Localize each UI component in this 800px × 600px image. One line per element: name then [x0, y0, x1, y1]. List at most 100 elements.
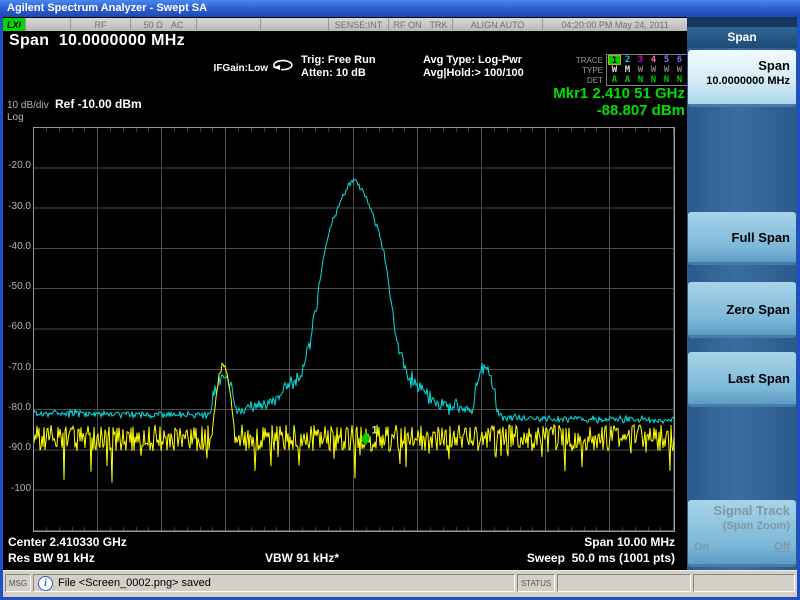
softkey-span-label: Span	[694, 58, 790, 74]
trace-1-number: 1	[608, 55, 621, 65]
marker-readout-freq: Mkr1 2.410 51 GHz	[553, 85, 685, 102]
softkey-menu: Span Span 10.0000000 MHz Full Span Zero …	[687, 17, 797, 570]
rf-on-label: RF ON	[394, 20, 422, 30]
info-icon: i	[38, 576, 53, 591]
softkey-full-span[interactable]: Full Span	[688, 212, 796, 265]
sense-label: SENSE:INT	[335, 20, 383, 30]
y-axis-label: -50.0	[5, 281, 31, 292]
status-segment-input: 50 Ω AC	[131, 18, 197, 31]
atten-label: Atten: 10 dB	[301, 67, 376, 80]
trace-2-det: A	[621, 75, 634, 85]
y-axis-label: -60.0	[5, 321, 31, 332]
align-label: ALIGN AUTO	[471, 20, 525, 30]
trace-1-type: W	[608, 65, 621, 75]
trace-1-det: A	[608, 75, 621, 85]
trace-4-type: W	[647, 65, 660, 75]
trig-label: Trig: Free Run	[301, 54, 376, 67]
trace-label: TRACE	[563, 56, 603, 66]
trace-5-det: N	[660, 75, 673, 85]
scale-label: 10 dB/div	[7, 100, 49, 111]
footer-rbw: Res BW 91 kHz	[8, 551, 95, 565]
impedance-label: 50 Ω	[144, 20, 163, 30]
trace-2-number: 2	[621, 55, 634, 65]
type-label: TYPE	[563, 66, 603, 76]
title-bar: Agilent Spectrum Analyzer - Swept SA	[0, 0, 800, 17]
trace-3-number: 3	[634, 55, 647, 65]
sidebar-top-strip	[687, 17, 797, 27]
signal-track-off-option: Off	[774, 541, 790, 553]
lxi-badge: LXI	[3, 18, 26, 31]
status-strip: LXI RF 50 Ω AC SENSE:INT RF ON TRK ALIGN…	[3, 18, 687, 31]
footer-span: Span 10.00 MHz	[584, 535, 675, 549]
marker-readout: Mkr1 2.410 51 GHz -88.807 dBm	[553, 85, 685, 119]
spectrum-analyzer-app: { "title_bar": { "title": "Agilent Spect…	[0, 0, 800, 600]
status-segment-sense: SENSE:INT	[329, 18, 389, 31]
status-segment-align: ALIGN AUTO	[453, 18, 543, 31]
y-axis-label: -80.0	[5, 402, 31, 413]
softkey-last-span-label: Last Span	[694, 371, 790, 387]
trace-6-number: 6	[673, 55, 686, 65]
trace-legend: TRACE TYPE DET 1 2 3 4 5 6 W M W W W W	[563, 54, 688, 86]
sidebar-menu-title: Span	[687, 27, 797, 48]
softkey-span-value: 10.0000000 MHz	[694, 74, 790, 88]
footer-vbw: VBW 91 kHz*	[265, 551, 339, 565]
marker-readout-level: -88.807 dBm	[553, 102, 685, 119]
status-segment-empty	[197, 18, 261, 31]
trk-label: TRK	[430, 20, 448, 30]
trace-2-line	[34, 363, 674, 482]
screen: LXI RF 50 Ω AC SENSE:INT RF ON TRK ALIGN…	[3, 17, 687, 570]
trace-det-row: A A N N N N	[608, 75, 686, 85]
y-axis-label: -40.0	[5, 241, 31, 252]
log-label: Log	[7, 112, 24, 123]
softkey-signal-track[interactable]: Signal Track (Span Zoom) On Off	[688, 500, 796, 567]
trace-3-type: W	[634, 65, 647, 75]
status-segment-empty	[26, 18, 71, 31]
trace-plot: 1	[34, 128, 674, 531]
coupling-label: AC	[171, 20, 184, 30]
trace-1-line	[34, 179, 674, 423]
trigger-info: Trig: Free Run Atten: 10 dB	[301, 54, 376, 80]
y-axis-label: -90.0	[5, 442, 31, 453]
trace-4-number: 4	[647, 55, 660, 65]
y-axis-label: -70.0	[5, 362, 31, 373]
trace-6-type: W	[673, 65, 686, 75]
message-text: File <Screen_0002.png> saved	[58, 577, 211, 589]
y-axis-label: -20.0	[5, 160, 31, 171]
status-bar: MSG i File <Screen_0002.png> saved STATU…	[3, 570, 797, 597]
trace-6-det: N	[673, 75, 686, 85]
window-title: Agilent Spectrum Analyzer - Swept SA	[7, 2, 207, 14]
status-label: STATUS	[517, 574, 555, 592]
softkey-span[interactable]: Span 10.0000000 MHz	[688, 50, 796, 107]
return-arrow-icon	[269, 57, 295, 71]
softkey-zero-span[interactable]: Zero Span	[688, 282, 796, 338]
softkey-signal-track-sublabel: (Span Zoom)	[694, 519, 790, 533]
trace-5-type: W	[660, 65, 673, 75]
softkey-last-span[interactable]: Last Span	[688, 352, 796, 407]
avg-hold-label: Avg|Hold:> 100/100	[423, 67, 524, 80]
rf-label: RF	[95, 20, 107, 30]
softkey-signal-track-label: Signal Track	[694, 503, 790, 519]
footer-center-freq: Center 2.410330 GHz	[8, 535, 127, 549]
marker-1-diamond	[361, 432, 370, 446]
softkey-signal-track-onoff: On Off	[694, 541, 790, 553]
msg-label: MSG	[5, 574, 31, 592]
trace-4-det: N	[647, 75, 660, 85]
status-segment-empty	[261, 18, 329, 31]
softkey-zero-span-label: Zero Span	[694, 302, 790, 318]
trace-type-row: W M W W W W	[608, 65, 686, 75]
signal-track-on-option: On	[694, 541, 709, 553]
datetime-label: 04:20:00 PM May 24, 2011	[561, 20, 668, 30]
graticule: 1	[33, 127, 675, 532]
trace-2-type: M	[621, 65, 634, 75]
ifgain-label: IFGain:Low	[163, 63, 268, 74]
softkey-full-span-label: Full Span	[694, 230, 790, 246]
status-empty-box	[557, 574, 691, 592]
marker-1-label: 1	[372, 425, 378, 437]
ref-level-label: Ref -10.00 dBm	[55, 97, 142, 111]
trace-legend-labels: TRACE TYPE DET	[563, 54, 606, 86]
status-segment-rf: RF	[71, 18, 131, 31]
span-readout: Span 10.0000000 MHz	[9, 32, 185, 50]
status-empty-box	[693, 574, 795, 592]
trace-3-det: N	[634, 75, 647, 85]
y-axis-label: -30.0	[5, 201, 31, 212]
